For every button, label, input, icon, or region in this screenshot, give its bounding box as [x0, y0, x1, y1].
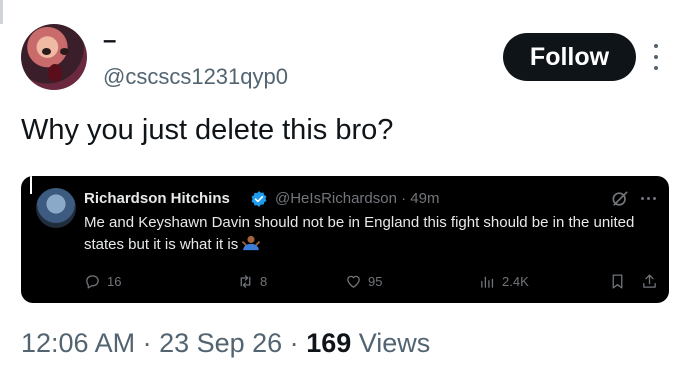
verified-badge-icon [251, 191, 267, 207]
reply-action[interactable]: 16 [84, 273, 121, 290]
time-date[interactable]: 12:06 AM · 23 Sep 26 · [21, 328, 306, 358]
reply-icon [86, 275, 99, 289]
share-icon [643, 274, 656, 288]
views-label: Views [351, 328, 431, 358]
views-count: 169 [306, 328, 352, 358]
avatar-eye [60, 48, 69, 55]
quoted-handle-time[interactable]: @HeIsRichardson · 49m [275, 190, 439, 208]
avatar-mouth [48, 64, 62, 82]
scroll-edge-rule [0, 0, 3, 24]
view-count: 2.4K [502, 274, 529, 289]
bookmark-action[interactable] [609, 273, 626, 290]
quoted-author-avatar[interactable] [36, 188, 76, 228]
heart-icon [347, 275, 360, 288]
quoted-action-bar: 16 8 95 2.4K [21, 273, 669, 293]
repost-count: 8 [260, 274, 268, 289]
repost-action[interactable]: 8 [237, 273, 267, 290]
author-avatar[interactable] [21, 24, 87, 90]
more-options-icon[interactable] [652, 44, 660, 70]
reply-count: 16 [107, 274, 122, 289]
author-display-name[interactable]: – [103, 28, 116, 54]
like-action[interactable]: 95 [345, 273, 382, 290]
quoted-more-icon[interactable] [641, 197, 656, 200]
tweet-text: Why you just delete this bro? [21, 114, 394, 146]
views-action[interactable]: 2.4K [479, 273, 529, 290]
like-count: 95 [368, 274, 383, 289]
author-handle[interactable]: @cscscs1231qyp0 [103, 64, 288, 90]
tweet-timestamp: 12:06 AM · 23 Sep 26 · 169 Views [21, 327, 430, 359]
avatar-eye [42, 48, 51, 55]
quoted-author-name[interactable]: Richardson Hitchins [84, 190, 230, 208]
shrug-emoji-icon [242, 235, 261, 251]
text-cursor [30, 176, 32, 194]
follow-button[interactable]: Follow [503, 33, 636, 81]
quoted-tweet-text: Me and Keyshawn Davin should not be in E… [84, 212, 662, 256]
repost-icon [240, 275, 251, 288]
analytics-icon [481, 276, 494, 288]
quoted-tweet-card[interactable]: Richardson Hitchins @HeIsRichardson · 49… [21, 176, 669, 303]
bookmark-icon [612, 274, 623, 289]
grok-icon[interactable] [610, 189, 630, 209]
share-action[interactable] [641, 273, 658, 290]
quoted-text-content: Me and Keyshawn Davin should not be in E… [84, 214, 635, 253]
